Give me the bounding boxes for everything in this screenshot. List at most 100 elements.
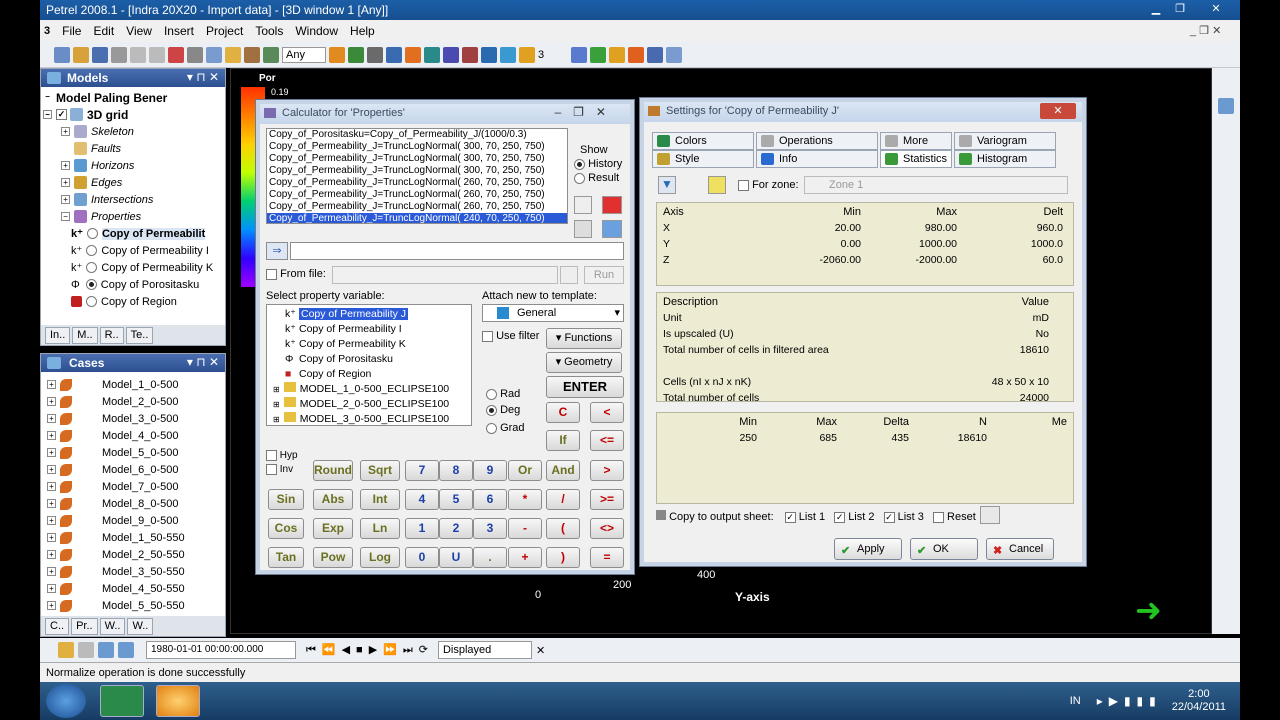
use-filter-option[interactable]: Use filter: [482, 330, 539, 342]
tree-prop-porositas[interactable]: Φ Copy of Porositasku: [43, 276, 225, 293]
expand-icon[interactable]: +: [47, 431, 56, 440]
tab-templates[interactable]: Te..: [125, 326, 154, 344]
expand-icon[interactable]: +: [47, 414, 56, 423]
result-radio[interactable]: [574, 172, 585, 184]
close-toolbar-icon[interactable]: ✕: [536, 644, 545, 657]
select-icon[interactable]: [628, 46, 644, 63]
functions-button[interactable]: ▾ Functions: [546, 328, 622, 349]
enter-button[interactable]: ENTER: [546, 376, 624, 398]
history-row[interactable]: Copy_of_Permeability_J=TruncLogNormal( 2…: [267, 213, 567, 223]
hand-icon[interactable]: [58, 642, 74, 658]
tree-faults[interactable]: Faults: [43, 140, 225, 157]
load-expr-icon[interactable]: [602, 220, 622, 238]
menu-file[interactable]: File: [62, 24, 81, 38]
expand-icon[interactable]: +: [47, 584, 56, 593]
case-row[interactable]: + Model_1_50-550: [41, 529, 225, 546]
calc-key-cos[interactable]: Cos: [268, 518, 304, 539]
tree-intersections[interactable]: + Intersections: [43, 191, 225, 208]
expand-icon[interactable]: +: [47, 533, 56, 542]
delete-icon[interactable]: [168, 46, 184, 63]
calc-key-pow[interactable]: Pow: [313, 547, 353, 568]
template-combo[interactable]: General ▾: [482, 304, 624, 322]
reset-check[interactable]: [932, 511, 944, 523]
calc-key-exp[interactable]: Exp: [313, 518, 353, 539]
menu-project[interactable]: Project: [206, 24, 243, 38]
variable-row[interactable]: k⁺ Copy of Permeability K: [267, 337, 471, 352]
calc-key-sqrt[interactable]: Sqrt: [360, 460, 400, 481]
petrel-menu-icon[interactable]: 3: [44, 25, 50, 37]
history-row[interactable]: Copy_of_Permeability_J=TruncLogNormal( 3…: [267, 141, 567, 153]
if-button[interactable]: If: [546, 430, 580, 451]
calc-key-abs[interactable]: Abs: [313, 489, 353, 510]
calc-key-x[interactable]: .: [473, 547, 507, 568]
calc-key-0[interactable]: 0: [405, 547, 439, 568]
clear-button[interactable]: C: [546, 402, 580, 423]
expand-icon[interactable]: +: [47, 567, 56, 576]
menu-help[interactable]: Help: [350, 24, 375, 38]
close-icon[interactable]: ✕: [1206, 2, 1226, 17]
minimize-icon[interactable]: ▁: [1146, 2, 1166, 17]
view2-icon[interactable]: [348, 46, 364, 63]
calc-key-log[interactable]: Log: [360, 547, 400, 568]
undo-icon[interactable]: [187, 46, 203, 63]
case-row[interactable]: + Model_2_0-500: [41, 393, 225, 410]
tree-root[interactable]: − Model Paling Bener: [43, 89, 225, 106]
mdi-controls[interactable]: _ ❐ ✕: [1190, 24, 1221, 37]
save-icon[interactable]: [92, 46, 108, 63]
filter-combo[interactable]: Any: [282, 46, 326, 63]
calc-key-and[interactable]: And: [546, 460, 580, 481]
ok-button[interactable]: ✔ OK: [910, 538, 978, 560]
calc-key-x[interactable]: /: [546, 489, 580, 510]
calc-key-x[interactable]: *: [508, 489, 542, 510]
menu-window[interactable]: Window: [295, 24, 338, 38]
case-row[interactable]: + Model_2_50-550: [41, 546, 225, 563]
maximize-icon[interactable]: ❐: [1170, 2, 1190, 17]
tree-horizons[interactable]: + Horizons: [43, 157, 225, 174]
calc-key-x[interactable]: -: [508, 518, 542, 539]
zscale-combo[interactable]: 3: [538, 49, 568, 61]
panel-controls[interactable]: ▾ ⊓ ✕: [187, 355, 219, 369]
move-icon[interactable]: [666, 46, 682, 63]
geometry-button[interactable]: ▾ Geometry: [546, 352, 622, 373]
pan-icon[interactable]: [443, 46, 459, 63]
calc-key-5[interactable]: 5: [439, 489, 473, 510]
case-row[interactable]: + Model_4_0-500: [41, 427, 225, 444]
view3-icon[interactable]: [367, 46, 383, 63]
tree-skeleton[interactable]: + Skeleton: [43, 123, 225, 140]
settings-tab-info[interactable]: Info: [756, 150, 878, 168]
calc-key-1[interactable]: 1: [405, 518, 439, 539]
list1-check[interactable]: ✓: [784, 511, 796, 523]
expand-icon[interactable]: +: [47, 499, 56, 508]
rad-option[interactable]: Rad: [486, 388, 520, 400]
prop-radio[interactable]: [86, 228, 98, 239]
orbit-icon[interactable]: [424, 46, 440, 63]
calc-key-6[interactable]: 6: [473, 489, 507, 510]
display-mode-combo[interactable]: Displayed: [437, 641, 532, 659]
axis-icon[interactable]: [609, 46, 625, 63]
calc-key-2[interactable]: 2: [439, 518, 473, 539]
menu-tools[interactable]: Tools: [255, 24, 283, 38]
calc-key-8[interactable]: 8: [439, 460, 473, 481]
settings-tab-colors[interactable]: Colors: [652, 132, 754, 150]
grad-radio[interactable]: [486, 422, 497, 434]
petrel-taskbar-icon[interactable]: [156, 685, 200, 717]
zone-filter-icon[interactable]: [708, 176, 726, 194]
settings-close-icon[interactable]: ✕: [1040, 103, 1076, 119]
time-date-combo[interactable]: 1980-01-01 00:00:00.000: [146, 641, 296, 659]
history-radio[interactable]: [574, 158, 585, 170]
tools-icon[interactable]: [647, 46, 663, 63]
tab-windows[interactable]: W..: [99, 617, 126, 635]
inv-check[interactable]: [266, 464, 277, 475]
display-icon[interactable]: [571, 46, 587, 63]
case-row[interactable]: + Model_4_50-550: [41, 580, 225, 597]
window-icon[interactable]: [206, 46, 222, 63]
case-row[interactable]: + Model_1_0-500: [41, 376, 225, 393]
target-icon[interactable]: [481, 46, 497, 63]
deg-option[interactable]: Deg: [486, 404, 520, 416]
calc-key-x[interactable]: +: [508, 547, 542, 568]
language-indicator[interactable]: IN: [1070, 695, 1081, 707]
grid-icon[interactable]: [590, 46, 606, 63]
case-row[interactable]: + Model_9_0-500: [41, 512, 225, 529]
show-history-option[interactable]: History: [574, 158, 622, 170]
apply-button[interactable]: ✔ Apply: [834, 538, 902, 560]
